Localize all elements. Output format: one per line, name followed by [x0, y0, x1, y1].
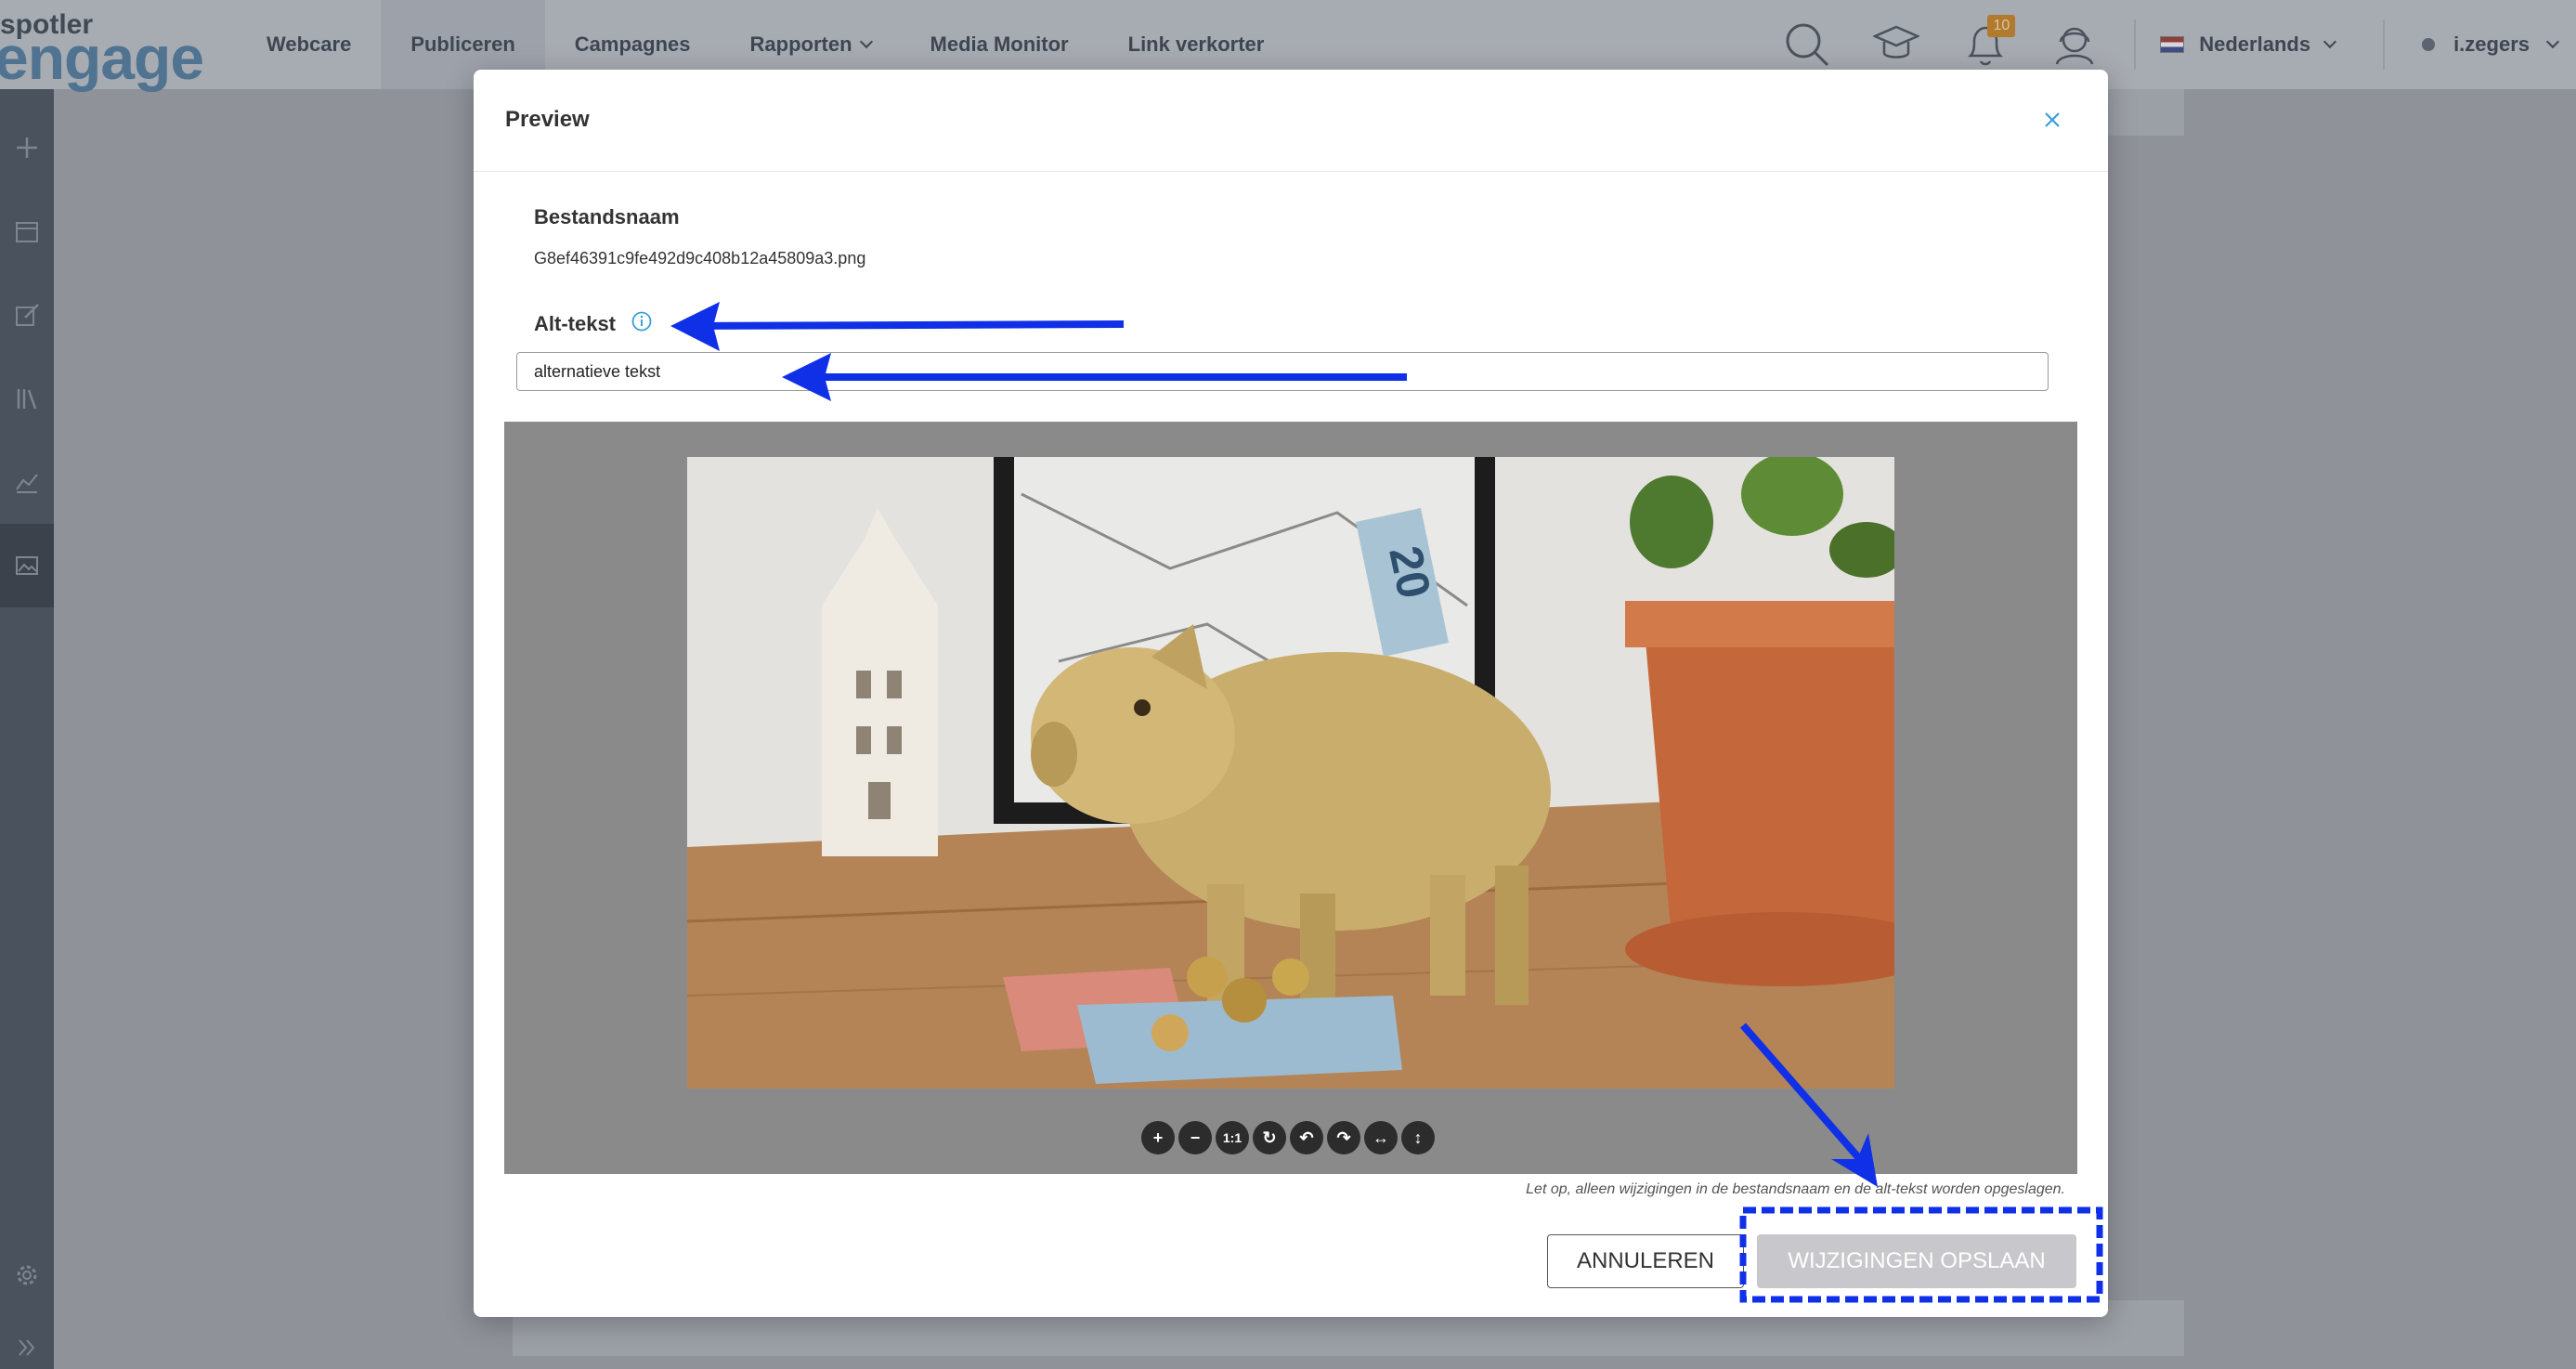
logo-large-text: engage [0, 23, 204, 92]
preview-modal: Preview Bestandsnaam G8ef46391c9fe492d9c… [474, 70, 2108, 1317]
save-note: Let op, alleen wijzigingen in de bestand… [1526, 1181, 2065, 1197]
sidebar-calendar-icon[interactable] [0, 189, 54, 273]
divider [2383, 20, 2386, 70]
image-preview-area: 20 + − 1:1 ↻ ↶ ↷ ↔ ↕ [504, 422, 2077, 1174]
rotate-left-icon[interactable]: ↶ [1290, 1121, 1323, 1154]
chevron-down-icon [2545, 34, 2560, 49]
actual-size-button[interactable]: 1:1 [1216, 1121, 1249, 1154]
username: i.zegers [2453, 33, 2530, 56]
alt-text-input[interactable] [516, 352, 2049, 391]
language-selector[interactable]: Nederlands [2151, 33, 2368, 57]
modal-title: Preview [505, 107, 590, 132]
close-icon[interactable] [2036, 103, 2069, 137]
zoom-in-icon[interactable]: + [1141, 1121, 1175, 1154]
left-sidebar [0, 89, 54, 1369]
flip-horizontal-icon[interactable]: ↔ [1364, 1121, 1398, 1154]
user-menu[interactable]: i.zegers [2400, 33, 2576, 57]
cancel-button[interactable]: ANNULEREN [1547, 1234, 1744, 1288]
expand-sidebar-icon[interactable] [0, 1306, 54, 1369]
info-icon[interactable] [631, 311, 652, 336]
modal-header: Preview [474, 70, 2108, 172]
sidebar-analytics-icon[interactable] [0, 440, 54, 524]
dutch-flag-icon [2160, 36, 2185, 53]
flip-vertical-icon[interactable]: ↕ [1401, 1121, 1435, 1154]
svg-text:20: 20 [1379, 541, 1440, 603]
language-label: Nederlands [2199, 33, 2311, 56]
sidebar-library-icon[interactable] [0, 357, 54, 440]
divider [2134, 20, 2137, 70]
save-changes-button[interactable]: WIJZIGINGEN OPSLAAN [1757, 1234, 2076, 1288]
zoom-out-icon[interactable]: − [1178, 1121, 1212, 1154]
nav-item-webcare[interactable]: Webcare [237, 0, 381, 89]
filename-label: Bestandsnaam [534, 205, 680, 228]
nav-item-rapporten-label: Rapporten [749, 33, 852, 56]
sidebar-add-icon[interactable] [0, 106, 54, 189]
reset-icon[interactable]: ↻ [1253, 1121, 1286, 1154]
alt-text-label: Alt-tekst [534, 312, 617, 335]
sidebar-media-icon[interactable] [0, 524, 54, 607]
rotate-right-icon[interactable]: ↷ [1327, 1121, 1360, 1154]
preview-image: 20 [687, 457, 1894, 1089]
filename-value: G8ef46391c9fe492d9c408b12a45809a3.png [534, 249, 866, 267]
app-logo[interactable]: spotler engage [0, 6, 204, 92]
sidebar-edit-icon[interactable] [0, 273, 54, 357]
chevron-down-icon [2322, 34, 2337, 49]
image-toolbar: + − 1:1 ↻ ↶ ↷ ↔ ↕ [1141, 1121, 1435, 1154]
chevron-down-icon [859, 34, 873, 49]
notifications-badge: 10 [1987, 15, 2016, 37]
settings-gear-icon[interactable] [0, 1233, 54, 1317]
status-dot [2422, 38, 2436, 51]
